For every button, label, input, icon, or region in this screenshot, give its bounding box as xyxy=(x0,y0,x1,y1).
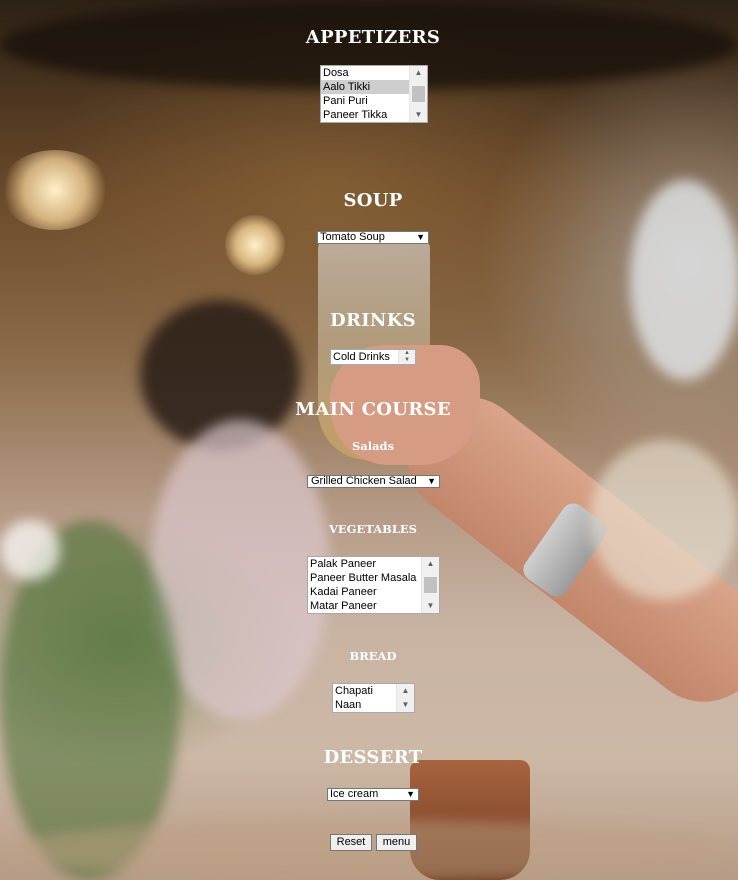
vegetables-heading: VEGETABLES xyxy=(328,522,417,536)
scrollbar-thumb[interactable] xyxy=(424,577,437,593)
salads-selected-value: Grilled Chicken Salad xyxy=(311,475,417,487)
dessert-heading: DESSERT xyxy=(323,747,423,768)
dropdown-caret-icon: ▼ xyxy=(406,789,415,799)
list-option[interactable]: Palak Paneer xyxy=(308,557,439,571)
listbox-scrollbar[interactable]: ▲ ▼ xyxy=(409,66,427,122)
listbox-scrollbar[interactable]: ▲ ▼ xyxy=(421,557,439,613)
scroll-up-arrow-icon[interactable]: ▲ xyxy=(410,66,427,80)
drinks-listbox[interactable]: Cold Drinks ▲ ▼ xyxy=(330,349,416,365)
scroll-up-arrow-icon[interactable]: ▲ xyxy=(397,684,414,698)
drinks-heading: DRINKS xyxy=(330,310,416,331)
dropdown-caret-icon: ▼ xyxy=(416,232,425,242)
list-option[interactable]: Matar Paneer xyxy=(308,599,439,613)
listbox-scrollbar[interactable]: ▲ ▼ xyxy=(396,684,414,712)
dessert-select[interactable]: Ice cream ▼ xyxy=(327,788,419,801)
list-option[interactable]: Paneer Butter Masala xyxy=(308,571,439,585)
scroll-down-arrow-icon[interactable]: ▼ xyxy=(397,698,414,712)
appetizers-listbox[interactable]: Dosa Aalo Tikki Pani Puri Paneer Tikka ▲… xyxy=(320,65,428,123)
scroll-down-arrow-icon[interactable]: ▼ xyxy=(422,599,439,613)
dropdown-caret-icon: ▼ xyxy=(427,476,436,486)
vegetables-listbox[interactable]: Palak Paneer Paneer Butter Masala Kadai … xyxy=(307,556,440,614)
scroll-down-arrow-icon[interactable]: ▼ xyxy=(399,357,415,364)
main-course-heading: MAIN COURSE xyxy=(295,399,451,420)
bread-heading: BREAD xyxy=(349,649,397,663)
listbox-spinner[interactable]: ▲ ▼ xyxy=(398,350,415,364)
scroll-up-arrow-icon[interactable]: ▲ xyxy=(399,350,415,357)
bread-listbox[interactable]: Chapati Naan ▲ ▼ xyxy=(332,683,415,713)
reset-button[interactable]: Reset xyxy=(330,834,372,851)
soup-selected-value: Tomato Soup xyxy=(320,231,385,243)
menu-form: APPETIZERS Dosa Aalo Tikki Pani Puri Pan… xyxy=(0,0,738,880)
list-option[interactable]: Kadai Paneer xyxy=(308,585,439,599)
menu-button[interactable]: menu xyxy=(376,834,417,851)
appetizers-heading: APPETIZERS xyxy=(305,27,441,48)
soup-heading: SOUP xyxy=(343,190,403,211)
salads-select[interactable]: Grilled Chicken Salad ▼ xyxy=(307,475,440,488)
scroll-down-arrow-icon[interactable]: ▼ xyxy=(410,108,427,122)
dessert-selected-value: Ice cream xyxy=(330,788,379,800)
scrollbar-thumb[interactable] xyxy=(412,86,425,102)
salads-heading: Salads xyxy=(351,439,395,453)
scroll-up-arrow-icon[interactable]: ▲ xyxy=(422,557,439,571)
soup-select[interactable]: Tomato Soup ▼ xyxy=(317,231,429,244)
